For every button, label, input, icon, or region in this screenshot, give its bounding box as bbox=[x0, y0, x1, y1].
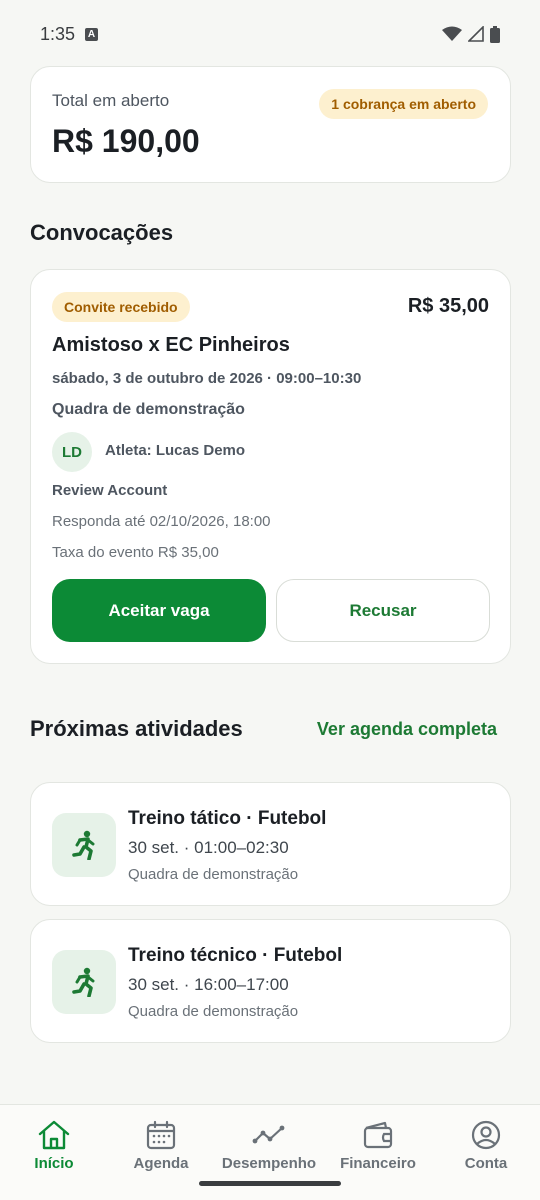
see-full-schedule-link[interactable]: Ver agenda completa bbox=[317, 719, 497, 740]
status-bar: 1:35 A bbox=[0, 0, 540, 68]
nav-label: Agenda bbox=[133, 1155, 189, 1172]
avatar: LD bbox=[52, 432, 92, 472]
activity-title: Treino técnico · Futebol bbox=[128, 945, 343, 966]
notification-a-icon: A bbox=[85, 27, 99, 41]
nav-item-home[interactable]: Início bbox=[4, 1119, 104, 1172]
battery-icon bbox=[490, 25, 500, 43]
invite-price: R$ 35,00 bbox=[407, 295, 489, 317]
running-icon bbox=[52, 950, 116, 1014]
nav-item-financial[interactable]: Financeiro bbox=[328, 1119, 428, 1172]
account-name: Review Account bbox=[52, 482, 168, 499]
calendar-icon bbox=[146, 1120, 176, 1150]
total-value: R$ 190,00 bbox=[52, 123, 200, 159]
nav-label: Conta bbox=[464, 1155, 508, 1172]
status-time: 1:35 bbox=[40, 23, 76, 44]
activity-time: 30 set. · 16:00–17:00 bbox=[128, 975, 289, 994]
invite-venue: Quadra de demonstração bbox=[52, 401, 245, 418]
account-icon bbox=[471, 1120, 501, 1150]
open-charges-badge: 1 cobrança em aberto bbox=[319, 89, 488, 119]
event-fee: Taxa do evento R$ 35,00 bbox=[52, 544, 219, 561]
invite-datetime: sábado, 3 de outubro de 2026 · 09:00–10:… bbox=[52, 370, 362, 387]
wallet-icon bbox=[363, 1121, 393, 1149]
invite-status-badge: Convite recebido bbox=[52, 292, 190, 322]
signal-icon bbox=[468, 26, 484, 42]
running-icon bbox=[52, 813, 116, 877]
decline-button[interactable]: Recusar bbox=[276, 579, 490, 642]
athlete-name: Atleta: Lucas Demo bbox=[105, 442, 246, 459]
activity-card[interactable]: Treino tático · Futebol 30 set. · 01:00–… bbox=[30, 782, 511, 906]
activities-section-title: Próximas atividades bbox=[30, 716, 243, 741]
activity-title: Treino tático · Futebol bbox=[128, 808, 327, 829]
response-deadline: Responda até 02/10/2026, 18:00 bbox=[52, 513, 271, 530]
screen: 1:35 A Total em aberto R$ 190,00 1 cobra… bbox=[0, 0, 540, 1200]
total-label: Total em aberto bbox=[52, 91, 170, 110]
invite-card: Convite recebido R$ 35,00 Amistoso x EC … bbox=[30, 269, 511, 664]
nav-label: Financeiro bbox=[340, 1155, 416, 1172]
home-icon bbox=[38, 1120, 70, 1150]
activity-card[interactable]: Treino técnico · Futebol 30 set. · 16:00… bbox=[30, 919, 511, 1043]
accept-button[interactable]: Aceitar vaga bbox=[52, 579, 266, 642]
activity-venue: Quadra de demonstração bbox=[128, 1003, 299, 1020]
wifi-icon bbox=[442, 26, 462, 41]
invites-section-title: Convocações bbox=[30, 220, 174, 245]
nav-item-agenda[interactable]: Agenda bbox=[111, 1119, 211, 1172]
activity-time: 30 set. · 01:00–02:30 bbox=[128, 838, 289, 857]
total-open-card: Total em aberto R$ 190,00 1 cobrança em … bbox=[30, 66, 511, 183]
home-indicator[interactable] bbox=[199, 1181, 341, 1186]
invite-title: Amistoso x EC Pinheiros bbox=[52, 334, 290, 356]
nav-label: Desempenho bbox=[221, 1155, 317, 1172]
nav-label: Início bbox=[34, 1155, 74, 1172]
nav-item-performance[interactable]: Desempenho bbox=[219, 1119, 319, 1172]
activity-venue: Quadra de demonstração bbox=[128, 866, 299, 883]
nav-item-account[interactable]: Conta bbox=[436, 1119, 536, 1172]
trend-icon bbox=[252, 1125, 285, 1144]
